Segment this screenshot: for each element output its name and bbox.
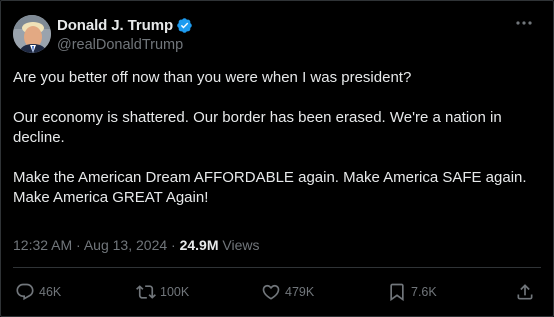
meta-separator: · [171, 237, 176, 253]
more-horizontal-icon[interactable] [513, 15, 535, 31]
author-handle[interactable]: @realDonaldTrump [57, 37, 193, 53]
tweet-paragraph: Our economy is shattered. Our border has… [13, 109, 502, 146]
post-time[interactable]: 12:32 AM [13, 237, 72, 253]
bookmark-icon [387, 282, 407, 302]
action-bar: 46K 100K 479K 7.6K [15, 282, 535, 304]
meta-separator: · [76, 237, 81, 253]
tweet-paragraph: Make the American Dream AFFORDABLE again… [13, 169, 527, 206]
repost-button[interactable]: 100K [136, 282, 189, 302]
repost-count: 100K [160, 285, 190, 299]
reply-icon [15, 282, 35, 302]
tweet-header: Donald J. Trump @realDonaldTrump [13, 13, 541, 55]
reply-button[interactable]: 46K [15, 282, 61, 302]
share-icon [515, 282, 535, 302]
views-count[interactable]: 24.9M [180, 237, 219, 253]
post-date[interactable]: Aug 13, 2024 [84, 237, 167, 253]
bookmark-count: 7.6K [411, 285, 437, 299]
avatar[interactable] [13, 15, 51, 53]
share-button[interactable] [515, 282, 535, 302]
reply-count: 46K [39, 285, 62, 299]
divider [13, 267, 541, 268]
views-label: Views [222, 237, 260, 253]
like-button[interactable]: 479K [261, 282, 314, 302]
tweet-meta: 12:32 AM · Aug 13, 2024 · 24.9M Views [13, 237, 260, 253]
like-count: 479K [285, 285, 315, 299]
tweet-text: Are you better off now than you were whe… [13, 68, 541, 208]
author-names: Donald J. Trump @realDonaldTrump [57, 16, 193, 53]
display-name[interactable]: Donald J. Trump [57, 17, 173, 34]
heart-icon [261, 282, 281, 302]
verified-badge-icon [176, 17, 193, 34]
tweet-paragraph: Are you better off now than you were whe… [13, 69, 412, 86]
repost-icon [136, 282, 156, 302]
avatar-image [13, 15, 51, 53]
tweet-card: Donald J. Trump @realDonaldTrump Are you… [0, 0, 554, 317]
bookmark-button[interactable]: 7.6K [387, 282, 437, 302]
